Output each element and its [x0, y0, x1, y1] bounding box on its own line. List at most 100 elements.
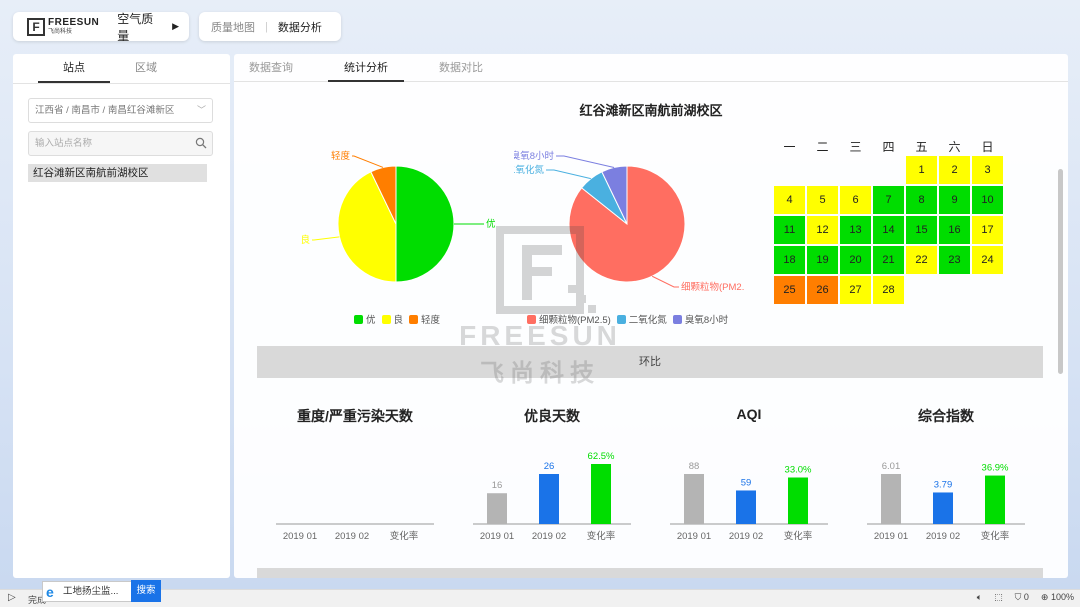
calendar-day-cell[interactable]: 5	[807, 186, 838, 214]
bar-category-label: 2019 01	[874, 531, 908, 542]
calendar-weekday: 日	[981, 140, 994, 154]
bar-category-label: 2019 02	[729, 531, 763, 542]
pie2-leader-2	[556, 155, 615, 168]
pie2-legend-swatch-1	[616, 315, 626, 324]
bar-2-0[interactable]	[684, 474, 704, 524]
bar-category-label: 2019 01	[677, 531, 711, 542]
calendar-day-cell[interactable]: 8	[906, 186, 937, 214]
calendar-weekday: 一	[783, 140, 796, 154]
pie2-label-0: 细颗粒物(PM2.	[681, 281, 744, 293]
pie1-legend-item-2[interactable]: 轻度	[409, 312, 440, 326]
bar-category-label: 2019 02	[335, 531, 369, 542]
protected-count: 0	[1023, 592, 1029, 602]
analysis-tabs: 数据查询 统计分析 数据对比	[234, 54, 1068, 82]
calendar-day-cell[interactable]: 14	[873, 216, 904, 244]
calendar-day-cell[interactable]: 21	[873, 246, 904, 274]
bar-2-2[interactable]	[788, 477, 808, 525]
app-header: F FREESUN 飞尚科技 空气质量 ▶	[13, 10, 189, 44]
caret-right-icon[interactable]: ▶	[172, 21, 179, 32]
calendar-day-cell[interactable]: 11	[774, 216, 805, 244]
pie1-legend-label-0: 优	[366, 315, 376, 326]
calendar-day-cell[interactable]: 7	[873, 186, 904, 214]
calendar-day-cell[interactable]: 27	[840, 276, 871, 304]
calendar-day-cell[interactable]: 22	[906, 246, 937, 274]
calendar-day-cell[interactable]: 20	[840, 246, 871, 274]
pie2-legend-item-1[interactable]: 二氧化氮	[616, 312, 667, 326]
pie2-label-1: 二氧化氮	[514, 164, 544, 176]
site-list-item[interactable]: 红谷滩新区南航前湖校区	[28, 164, 207, 182]
calendar-day-cell[interactable]: 13	[840, 216, 871, 244]
calendar-day-cell[interactable]: 15	[906, 216, 937, 244]
shield-icon[interactable]: ⛉ 0	[1015, 592, 1029, 603]
calendar-day-cell[interactable]: 4	[774, 186, 805, 214]
save-icon[interactable]: ⬚	[994, 592, 1003, 603]
calendar-day-cell[interactable]: 6	[840, 186, 871, 214]
calendar-day-cell[interactable]: 2	[939, 156, 970, 184]
pie1-slice-0[interactable]	[395, 165, 455, 283]
bar-value-label: 36.9%	[982, 463, 1009, 474]
title-composite-index: 综合指数	[918, 408, 974, 424]
tab-site[interactable]: 站点	[38, 54, 110, 83]
search-button[interactable]: 搜索	[131, 580, 161, 602]
calendar-day-cell[interactable]: 19	[807, 246, 838, 274]
pie2-legend-item-2[interactable]: 臭氧8小时	[672, 312, 729, 326]
pie2-legend-swatch-2	[672, 315, 682, 324]
region-select[interactable]: 江西省 / 南昌市 / 南昌红谷滩新区 ﹀	[28, 98, 213, 123]
tab-data-compare[interactable]: 数据对比	[432, 54, 490, 82]
calendar-day-cell[interactable]: 3	[972, 156, 1003, 184]
zoom-control[interactable]: ⊕ 100%	[1041, 592, 1074, 603]
bar-category-label: 变化率	[981, 530, 1010, 542]
calendar-day-cell[interactable]: 26	[807, 276, 838, 304]
chevron-down-icon: ﹀	[196, 105, 206, 115]
calendar-day-cell[interactable]: 28	[873, 276, 904, 304]
calendar-day-cell[interactable]: 9	[939, 186, 970, 214]
search-icon[interactable]	[195, 137, 207, 149]
calendar-day-cell[interactable]: 23	[939, 246, 970, 274]
pie1-legend-item-1[interactable]: 良	[381, 312, 403, 326]
bar-1-1[interactable]	[539, 474, 559, 524]
calendar-day-cell[interactable]: 12	[807, 216, 838, 244]
tab-statistics[interactable]: 统计分析	[328, 54, 404, 82]
pie1-legend-swatch-1	[381, 315, 391, 324]
calendar-day-cell[interactable]: 16	[939, 216, 970, 244]
tab-region[interactable]: 区域	[110, 54, 182, 83]
pie1-label-1: 良	[300, 234, 310, 246]
play-icon[interactable]: ▷	[8, 592, 16, 603]
speaker-icon[interactable]: 🔈︎	[977, 592, 982, 603]
calendar-day-cell[interactable]: 24	[972, 246, 1003, 274]
pie1-leader-1	[312, 236, 340, 241]
logo-text: FREESUN	[48, 17, 100, 28]
nav-quality-map[interactable]: 质量地图	[211, 19, 255, 35]
calendar-day-cell[interactable]: 18	[774, 246, 805, 274]
pie1-label-0: 优	[486, 218, 496, 230]
pie2-legend-label-2: 臭氧8小时	[684, 315, 729, 326]
section-divider	[257, 568, 1043, 578]
pie1-legend-swatch-0	[354, 315, 363, 324]
pie1-legend-item-0[interactable]: 优	[354, 312, 376, 326]
pie1-label-2: 轻度	[331, 150, 351, 162]
taskbar-window-button[interactable]: e 工地扬尘监...	[42, 581, 132, 602]
comparison-bar-charts: 2019 01 2019 02 变化率 16 2019 01 26 2019 02 62.5%…	[276, 451, 1025, 542]
bar-3-2[interactable]	[985, 475, 1005, 524]
calendar-day-cell[interactable]: 25	[774, 276, 805, 304]
pie2-legend-swatch-0	[527, 315, 536, 324]
scrollbar[interactable]	[1058, 169, 1063, 374]
calendar-day-cell[interactable]: 10	[972, 186, 1003, 214]
bar-1-2[interactable]	[591, 464, 611, 524]
module-selector[interactable]: 空气质量	[117, 10, 164, 44]
tab-data-query[interactable]: 数据查询	[242, 54, 300, 82]
calendar-day-cell[interactable]: 17	[972, 216, 1003, 244]
bar-3-0[interactable]	[881, 474, 901, 524]
pie2-legend-item-0[interactable]: 细颗粒物(PM2.5)	[527, 312, 611, 326]
site-search-input[interactable]: 输入站点名称	[28, 131, 213, 156]
calendar-day-cell[interactable]: 1	[906, 156, 937, 184]
bar-value-label: 26	[544, 461, 555, 472]
bar-3-1[interactable]	[933, 492, 953, 524]
month-over-month-bar: 环比	[257, 346, 1043, 378]
bar-1-0[interactable]	[487, 493, 507, 524]
pie2-legend-label-0: 细颗粒物(PM2.5)	[539, 315, 611, 326]
title-aqi: AQI	[736, 406, 762, 422]
bar-2-1[interactable]	[736, 490, 756, 524]
nav-data-analysis[interactable]: 数据分析	[278, 19, 322, 35]
browser-status-bar: ▷ 完成 🔈︎ ⬚ ⛉ 0 ⊕ 100%	[0, 589, 1080, 607]
